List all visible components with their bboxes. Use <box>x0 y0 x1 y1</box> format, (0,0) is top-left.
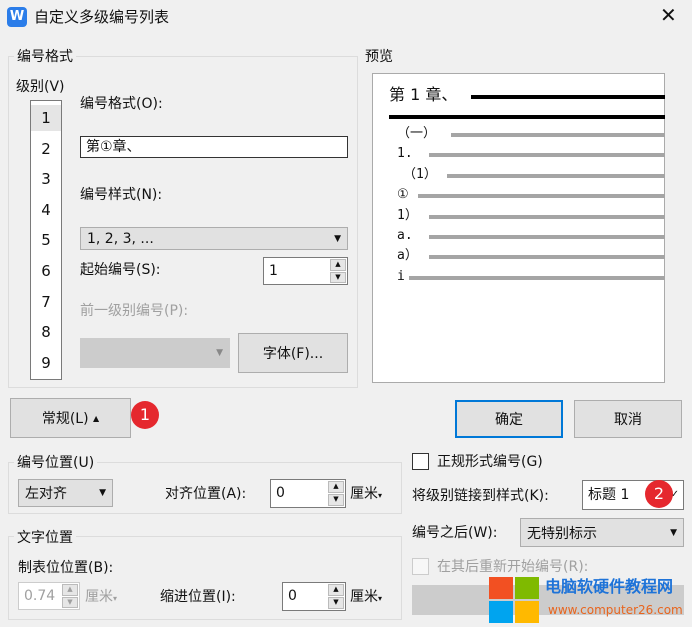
link-style-label: 将级别链接到样式(K): <box>412 488 549 504</box>
text-position-label: 文字位置 <box>14 527 76 547</box>
watermark-url: www.computer26.com <box>548 603 683 617</box>
level-item[interactable]: 4 <box>31 197 61 223</box>
preview-item: ① <box>397 187 409 203</box>
preview-item: 1. <box>397 146 413 162</box>
tab-pos-input: 0.74 ▲ ▼ <box>18 582 80 610</box>
app-icon: W <box>7 7 27 27</box>
level-label: 级别(V) <box>16 79 65 95</box>
annotation-badge-2: 2 <box>645 480 673 508</box>
indent-unit[interactable]: 厘米▾ <box>350 588 382 608</box>
number-position-label: 编号位置(U) <box>14 452 98 472</box>
font-button[interactable]: 字体(F)... <box>238 333 348 373</box>
level-item[interactable]: 5 <box>31 227 61 253</box>
start-label: 起始编号(S): <box>80 262 161 278</box>
level-item[interactable]: 9 <box>31 350 61 376</box>
level-item[interactable]: 2 <box>31 136 61 162</box>
preview-item: 1） <box>397 207 418 223</box>
preview-line <box>418 194 665 199</box>
dropdown-arrow-icon: ▼ <box>334 233 341 244</box>
general-label: 常规(L) <box>41 411 89 427</box>
link-style-value: 标题 1 <box>588 487 630 503</box>
window-title: 自定义多级编号列表 <box>34 8 170 26</box>
after-select[interactable]: 无特别标示 ▼ <box>520 518 684 547</box>
format-input[interactable]: 第①章、 <box>80 136 348 158</box>
spinner[interactable]: ▲ ▼ <box>330 259 346 283</box>
indent-input[interactable]: 0 ▲ ▼ <box>282 582 346 611</box>
preview-line <box>429 255 665 260</box>
level-item[interactable]: 3 <box>31 166 61 192</box>
after-label: 编号之后(W): <box>412 525 498 541</box>
preview-line <box>409 275 665 280</box>
preview-line <box>429 235 665 239</box>
preview-line <box>429 214 665 219</box>
preview-label: 预览 <box>362 46 396 66</box>
cancel-button[interactable]: 取消 <box>574 400 682 438</box>
prev-level-label: 前一级别编号(P): <box>80 303 189 319</box>
preview-item: i <box>397 268 405 284</box>
preview-line <box>451 133 665 137</box>
close-icon[interactable]: ✕ <box>660 5 677 25</box>
preview-level1: 第 1 章、 <box>389 85 458 104</box>
level-item[interactable]: 1 <box>31 105 61 131</box>
restart-checkbox <box>412 558 429 575</box>
prev-level-select: ▼ <box>80 338 230 368</box>
start-value: 1 <box>269 263 278 279</box>
start-input[interactable]: 1 ▲ ▼ <box>263 257 348 285</box>
format-group-label: 编号格式 <box>14 46 76 66</box>
annotation-badge-1: 1 <box>131 401 159 429</box>
general-button[interactable]: 常规(L) ▲ <box>10 398 131 438</box>
align-select[interactable]: 左对齐 ▼ <box>18 479 113 507</box>
watermark-logo <box>489 577 539 623</box>
tab-pos-label: 制表位位置(B): <box>18 560 114 576</box>
tab-unit: 厘米▾ <box>85 589 118 605</box>
legal-checkbox[interactable] <box>412 453 429 470</box>
after-value: 无特别标示 <box>527 525 597 542</box>
ok-button[interactable]: 确定 <box>455 400 563 438</box>
style-value: 1, 2, 3, ... <box>87 230 154 247</box>
preview-line <box>429 153 665 158</box>
align-pos-value: 0 <box>276 485 285 501</box>
level-item[interactable]: 8 <box>31 319 61 345</box>
indent-label: 缩进位置(I): <box>160 589 236 605</box>
align-pos-input[interactable]: 0 ▲ ▼ <box>270 479 346 508</box>
align-value: 左对齐 <box>25 486 67 502</box>
indent-value: 0 <box>288 588 297 604</box>
level-item[interactable]: 7 <box>31 289 61 315</box>
legal-label: 正规形式编号(G) <box>437 454 543 470</box>
preview-item: （1） <box>403 166 437 182</box>
preview-item: （一） <box>397 126 437 141</box>
level-item[interactable]: 6 <box>31 258 61 284</box>
format-label: 编号格式(O): <box>80 96 163 112</box>
style-label: 编号样式(N): <box>80 187 163 203</box>
collapse-icon: ▲ <box>93 413 100 423</box>
watermark-name: 电脑软硬件教程网 <box>545 577 674 596</box>
restart-label: 在其后重新开始编号(R): <box>437 559 589 575</box>
align-pos-label: 对齐位置(A): <box>165 486 247 502</box>
preview-box: 第 1 章、 （一） 1. （1） ① 1） a. a） i <box>372 73 665 383</box>
style-select[interactable]: 1, 2, 3, ... ▼ <box>80 227 348 250</box>
level-list[interactable]: 1 2 3 4 5 6 7 8 9 <box>30 100 62 380</box>
preview-item: a） <box>397 248 418 264</box>
align-unit[interactable]: 厘米▾ <box>350 485 382 505</box>
preview-line <box>447 173 665 178</box>
preview-item: a. <box>397 228 413 243</box>
